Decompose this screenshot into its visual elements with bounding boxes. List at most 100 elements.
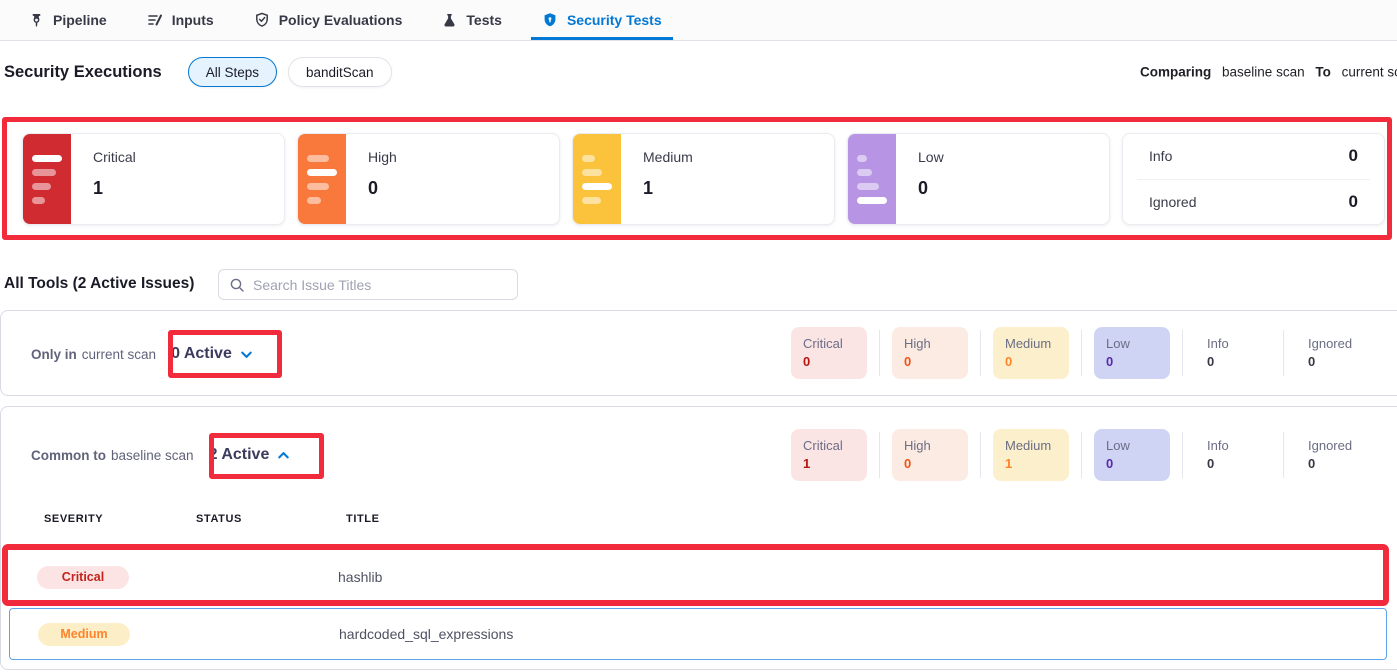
active-count-dropdown[interactable]: 0 Active <box>171 345 254 363</box>
chip-ignored[interactable]: Ignored 0 <box>1296 429 1372 481</box>
tests-icon <box>442 13 457 28</box>
column-header-title: TITLE <box>346 513 380 525</box>
tab-label: Inputs <box>172 12 214 28</box>
chip-info[interactable]: Info 0 <box>1195 327 1271 379</box>
info-count: 0 <box>1349 146 1358 166</box>
section-header: Common to baseline scan 2 Active <box>31 407 291 503</box>
search-icon <box>229 277 245 293</box>
chip-count: 0 <box>904 456 956 471</box>
active-count-dropdown[interactable]: 2 Active <box>209 446 292 464</box>
tab-security-tests[interactable]: Security Tests <box>539 0 665 40</box>
tab-label: Pipeline <box>53 12 107 28</box>
pipeline-icon <box>29 13 44 28</box>
step-filter-all-steps[interactable]: All Steps <box>188 57 277 87</box>
chip-count: 0 <box>1106 354 1158 369</box>
critical-meter-icon <box>23 134 71 224</box>
divider <box>879 330 880 376</box>
chip-ignored[interactable]: Ignored 0 <box>1296 327 1372 379</box>
chip-count: 0 <box>1308 354 1360 369</box>
card-count: 1 <box>93 178 136 199</box>
divider <box>1283 330 1284 376</box>
chip-label: Ignored <box>1308 336 1360 351</box>
all-tools-title: All Tools (2 Active Issues) <box>4 275 194 293</box>
chip-critical[interactable]: Critical 1 <box>791 429 867 481</box>
summary-card-medium[interactable]: Medium 1 <box>572 133 835 225</box>
tab-tests[interactable]: Tests <box>439 0 505 40</box>
chip-label: High <box>904 438 956 453</box>
chip-label: Critical <box>803 438 855 453</box>
issue-row-hardcoded-sql-expressions[interactable]: Medium hardcoded_sql_expressions <box>9 608 1387 660</box>
summary-card-info-ignored[interactable]: Info 0 Ignored 0 <box>1122 133 1385 225</box>
chip-label: Medium <box>1005 438 1057 453</box>
chip-count: 0 <box>1207 354 1259 369</box>
chip-medium[interactable]: Medium 1 <box>993 429 1069 481</box>
summary-card-high[interactable]: High 0 <box>297 133 560 225</box>
search-input[interactable] <box>253 277 507 293</box>
divider <box>980 330 981 376</box>
divider <box>1081 330 1082 376</box>
divider <box>980 432 981 478</box>
chip-count: 0 <box>803 354 855 369</box>
severity-badge: Medium <box>38 623 130 646</box>
card-label: Low <box>918 149 944 165</box>
chip-count: 0 <box>1005 354 1057 369</box>
chip-label: Critical <box>803 336 855 351</box>
chip-critical[interactable]: Critical 0 <box>791 327 867 379</box>
ignored-row: Ignored 0 <box>1123 179 1384 224</box>
section-scan-label: current scan <box>82 347 156 362</box>
search-box[interactable] <box>218 269 518 300</box>
section-header: Only in current scan 0 Active <box>31 311 254 397</box>
low-meter-icon <box>848 134 896 224</box>
divider <box>1182 330 1183 376</box>
chip-count: 0 <box>904 354 956 369</box>
section-prefix: Only in <box>31 347 77 362</box>
chip-high[interactable]: High 0 <box>892 327 968 379</box>
chip-label: Info <box>1207 336 1259 351</box>
section-common-to-baseline-scan: Common to baseline scan 2 Active Critica… <box>0 406 1397 670</box>
card-label: Medium <box>643 149 693 165</box>
tab-policy-evaluations[interactable]: Policy Evaluations <box>251 0 406 40</box>
card-label: Critical <box>93 149 136 165</box>
security-executions-header: Security Executions All Steps banditScan… <box>0 41 1397 103</box>
tab-label: Security Tests <box>567 12 662 28</box>
page-title: Security Executions <box>4 63 162 82</box>
chip-count: 1 <box>803 456 855 471</box>
chip-info[interactable]: Info 0 <box>1195 429 1271 481</box>
card-count: 0 <box>918 178 944 199</box>
to-label: To <box>1315 65 1331 80</box>
chevron-up-icon <box>276 448 291 463</box>
chip-count: 1 <box>1005 456 1057 471</box>
card-label: High <box>368 149 397 165</box>
info-row: Info 0 <box>1123 134 1384 179</box>
active-count: 2 Active <box>209 446 270 464</box>
current-scan-label[interactable]: current scan <box>1342 65 1397 80</box>
policy-evaluations-icon <box>254 12 270 28</box>
column-header-severity: SEVERITY <box>44 513 103 525</box>
high-meter-icon <box>298 134 346 224</box>
chip-medium[interactable]: Medium 0 <box>993 327 1069 379</box>
card-count: 0 <box>368 178 397 199</box>
severity-badge: Critical <box>37 566 129 589</box>
summary-card-critical[interactable]: Critical 1 <box>22 133 285 225</box>
security-tests-icon <box>542 12 558 28</box>
tab-pipeline[interactable]: Pipeline <box>26 0 110 40</box>
chip-high[interactable]: High 0 <box>892 429 968 481</box>
medium-meter-icon <box>573 134 621 224</box>
summary-card-low[interactable]: Low 0 <box>847 133 1110 225</box>
security-tests-page: Pipeline Inputs Policy Evaluations Tests… <box>0 0 1397 672</box>
chip-low[interactable]: Low 0 <box>1094 327 1170 379</box>
comparing-label: Comparing <box>1140 65 1211 80</box>
issue-title: hashlib <box>338 569 382 585</box>
step-filter-banditscan[interactable]: banditScan <box>288 57 392 87</box>
chip-label: Low <box>1106 438 1158 453</box>
inputs-icon <box>147 12 163 28</box>
chip-low[interactable]: Low 0 <box>1094 429 1170 481</box>
comparing-info: Comparing baseline scan To current scan <box>1140 65 1397 80</box>
issue-row-hashlib[interactable]: Critical hashlib <box>9 552 1387 602</box>
tab-bar: Pipeline Inputs Policy Evaluations Tests… <box>0 0 1397 41</box>
tab-inputs[interactable]: Inputs <box>144 0 217 40</box>
ignored-count: 0 <box>1349 192 1358 212</box>
column-header-status: STATUS <box>196 513 242 525</box>
active-count: 0 Active <box>171 345 232 363</box>
baseline-scan-label[interactable]: baseline scan <box>1222 65 1305 80</box>
